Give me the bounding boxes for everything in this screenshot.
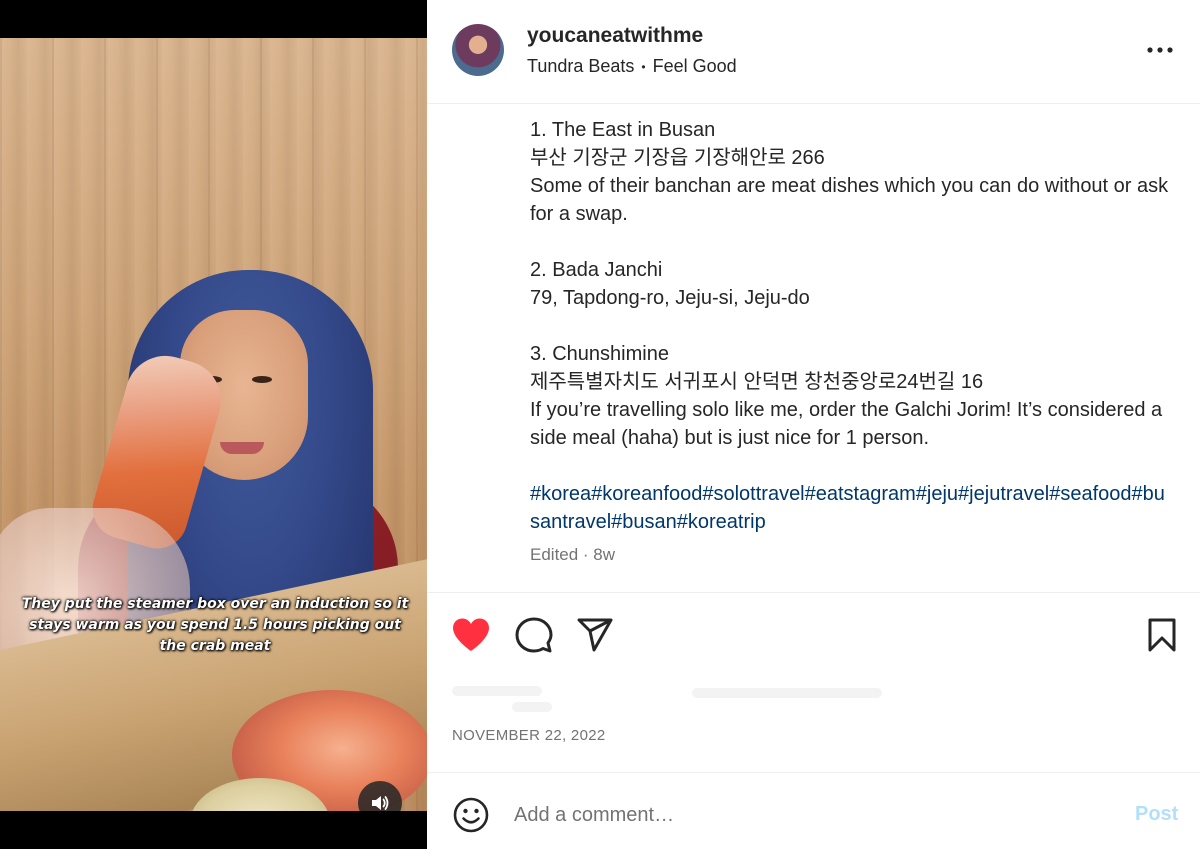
caption-line: 제주특별자치도 서귀포시 안덕면 창천중앙로24번길 16 xyxy=(530,371,984,393)
audio-separator: • xyxy=(641,59,646,74)
video-eye-right xyxy=(252,376,272,383)
caption-line: 부산 기장군 기장읍 기장해안로 266 xyxy=(530,147,825,169)
likes-placeholder-bar xyxy=(692,688,882,698)
emoji-button[interactable] xyxy=(451,795,491,835)
action-bar xyxy=(427,592,1200,676)
more-horizontal-icon xyxy=(1147,47,1173,53)
post-side-panel: youcaneatwithme Tundra Beats • Feel Good… xyxy=(427,0,1200,849)
comment-icon xyxy=(515,617,553,653)
caption-line: 1. The East in Busan xyxy=(530,119,716,141)
caption-line: Some of their banchan are meat dishes wh… xyxy=(530,175,1169,225)
like-button[interactable] xyxy=(449,613,493,657)
speaker-icon xyxy=(372,796,389,810)
username-link[interactable]: youcaneatwithme xyxy=(527,24,703,48)
media-pane: They put the steamer box over an inducti… xyxy=(0,0,427,849)
post-comment-button[interactable]: Post xyxy=(1135,803,1178,826)
video-caption: They put the steamer box over an inducti… xyxy=(21,596,409,654)
audio-track-link[interactable]: Feel Good xyxy=(653,56,737,77)
comment-bar: Post xyxy=(427,772,1200,849)
share-icon xyxy=(577,618,613,652)
post-header: youcaneatwithme Tundra Beats • Feel Good xyxy=(427,0,1200,104)
post-date: NOVEMBER 22, 2022 xyxy=(452,727,606,744)
save-button[interactable] xyxy=(1140,613,1184,657)
likes-placeholder-bar xyxy=(452,686,542,696)
caption-line: 79, Tapdong-ro, Jeju-si, Jeju-do xyxy=(530,287,810,309)
caption-line: If you’re travelling solo like me, order… xyxy=(530,399,1163,449)
caption-line xyxy=(530,228,1170,256)
post-caption: 1. The East in Busan 부산 기장군 기장읍 기장해안로 26… xyxy=(530,116,1170,536)
edited-timestamp: Edited · 8w xyxy=(530,545,616,564)
heart-filled-icon xyxy=(453,618,489,651)
hashtags-link[interactable]: #korea#koreanfood#solottravel#eatstagram… xyxy=(530,480,1170,536)
audio-info: Tundra Beats • Feel Good xyxy=(527,56,737,77)
avatar[interactable] xyxy=(452,24,504,76)
comment-button[interactable] xyxy=(512,613,556,657)
caption-line xyxy=(530,452,1170,480)
comment-input[interactable] xyxy=(514,795,1104,835)
caption-line: 3. Chunshimine xyxy=(530,343,669,365)
more-options-button[interactable] xyxy=(1146,36,1174,64)
bookmark-icon xyxy=(1148,618,1176,652)
caption-line: 2. Bada Janchi xyxy=(530,259,663,281)
likes-placeholder xyxy=(452,682,932,714)
emoji-icon xyxy=(453,797,489,833)
audio-artist-link[interactable]: Tundra Beats xyxy=(527,56,634,77)
video-mouth xyxy=(220,442,264,454)
reel-video[interactable]: They put the steamer box over an inducti… xyxy=(0,38,427,811)
share-button[interactable] xyxy=(573,613,617,657)
likes-placeholder-bar xyxy=(512,702,552,712)
caption-line xyxy=(530,312,1170,340)
